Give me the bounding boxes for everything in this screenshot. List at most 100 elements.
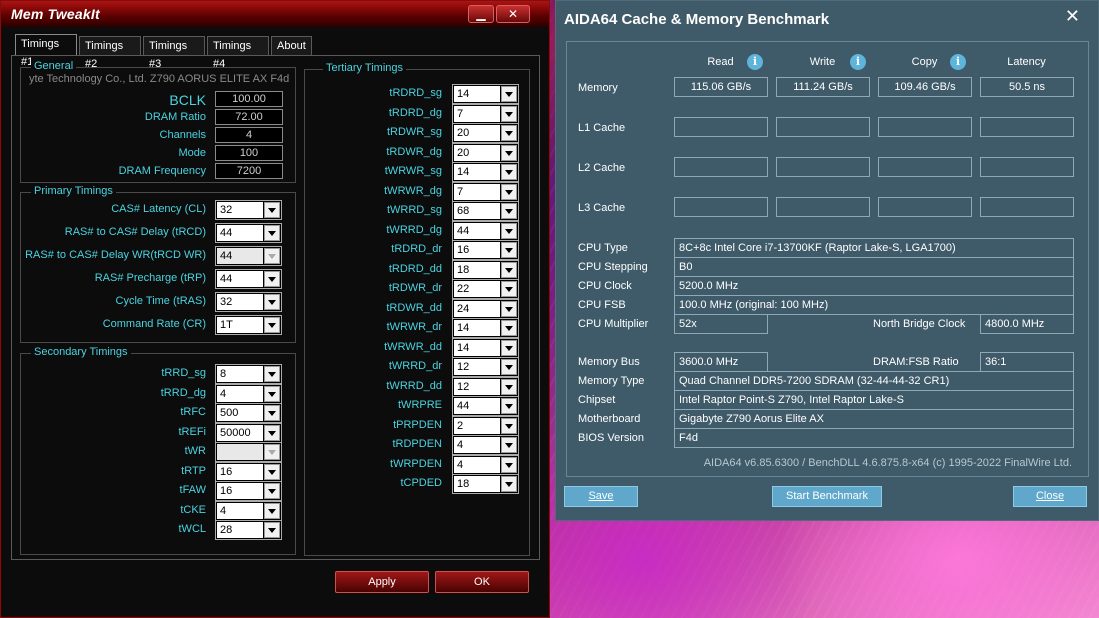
close-button[interactable]: Close — [1013, 486, 1087, 507]
chevron-down-icon[interactable] — [264, 424, 280, 441]
chevron-down-icon[interactable] — [264, 294, 280, 310]
chevron-down-icon[interactable] — [501, 86, 517, 102]
command-rate-cr-dropdown[interactable]: 1T — [215, 315, 282, 335]
tcke-dropdown[interactable]: 4 — [215, 500, 282, 521]
tab-timings-1[interactable]: Timings #1 — [15, 34, 77, 68]
cas-latency-cl-dropdown[interactable]: 32 — [215, 200, 282, 220]
chevron-down-icon[interactable] — [264, 366, 280, 382]
chevron-down-icon[interactable] — [264, 405, 280, 421]
chevron-down-icon[interactable] — [501, 476, 517, 492]
trdrd-dr-dropdown[interactable]: 16 — [452, 240, 519, 260]
chevron-down-icon[interactable] — [501, 261, 517, 278]
general-caption: General — [31, 60, 77, 72]
close-button[interactable]: ✕ — [496, 5, 530, 23]
ras-to-cas-delay-trcd-dropdown[interactable]: 44 — [215, 223, 282, 243]
l2-cache-read-value — [674, 157, 768, 177]
chevron-down-icon[interactable] — [501, 417, 517, 434]
memory-type-label: Memory Type — [578, 375, 645, 387]
copy-info-icon[interactable]: i — [950, 54, 966, 70]
tab-timings-4[interactable]: Timings #4 — [207, 36, 269, 70]
save-button[interactable]: Save — [564, 486, 638, 507]
tprpden-value: 2 — [454, 417, 500, 434]
twrrd-sg-dropdown[interactable]: 68 — [452, 201, 519, 221]
trdwr-dr-dropdown[interactable]: 22 — [452, 279, 519, 299]
chevron-down-icon[interactable] — [501, 222, 517, 239]
chevron-down-icon[interactable] — [501, 320, 517, 336]
chevron-down-icon[interactable] — [501, 183, 517, 200]
trdpden-label: tRDPDEN — [392, 438, 442, 450]
minimize-button[interactable]: ▁ — [468, 5, 494, 23]
chevron-down-icon[interactable] — [501, 105, 517, 122]
twrwr-sg-dropdown[interactable]: 14 — [452, 162, 519, 182]
l1-cache-label: L1 Cache — [578, 122, 626, 134]
twrwr-dg-label: tWRWR_dg — [384, 184, 442, 197]
twr-dropdown[interactable] — [215, 442, 282, 462]
trrd-dg-dropdown[interactable]: 4 — [215, 383, 282, 404]
trdrd-dd-dropdown[interactable]: 18 — [452, 259, 519, 280]
chevron-down-icon[interactable] — [264, 385, 280, 402]
chevron-down-icon[interactable] — [264, 225, 280, 241]
ras-to-cas-delay-wr-trcd-wr-label: RAS# to CAS# Delay WR(tRCD WR) — [25, 249, 206, 261]
ras-precharge-trp-dropdown[interactable]: 44 — [215, 269, 282, 289]
trrd-sg-dropdown[interactable]: 8 — [215, 364, 282, 384]
trdrd-sg-dropdown[interactable]: 14 — [452, 84, 519, 104]
chevron-down-icon[interactable] — [501, 281, 517, 297]
chevron-down-icon[interactable] — [264, 522, 280, 538]
ras-to-cas-delay-wr-trcd-wr-dropdown[interactable]: 44 — [215, 246, 282, 266]
tab-about[interactable]: About — [271, 36, 312, 55]
twrwr-dg-dropdown[interactable]: 7 — [452, 181, 519, 202]
chevron-down-icon[interactable] — [501, 300, 517, 317]
cycle-time-tras-dropdown[interactable]: 32 — [215, 292, 282, 312]
twrrd-dd-dropdown[interactable]: 12 — [452, 376, 519, 397]
chevron-down-icon[interactable] — [501, 203, 517, 219]
chevron-down-icon[interactable] — [264, 463, 280, 480]
chevron-down-icon[interactable] — [264, 444, 280, 460]
chevron-down-icon[interactable] — [501, 339, 517, 356]
trtp-dropdown[interactable]: 16 — [215, 461, 282, 482]
twrpden-dropdown[interactable]: 4 — [452, 454, 519, 475]
ok-button[interactable]: OK — [435, 571, 529, 593]
trdrd-dg-dropdown[interactable]: 7 — [452, 103, 519, 124]
trfc-dropdown[interactable]: 500 — [215, 403, 282, 423]
trdwr-dd-dropdown[interactable]: 24 — [452, 298, 519, 319]
memtweakit-titlebar[interactable]: Mem TweakIt ▁ ✕ — [1, 1, 549, 27]
twrrd-dr-dropdown[interactable]: 12 — [452, 357, 519, 377]
bclk-label: BCLK — [169, 92, 206, 108]
chevron-down-icon[interactable] — [264, 502, 280, 519]
twrrd-dg-dropdown[interactable]: 44 — [452, 220, 519, 241]
tprpden-dropdown[interactable]: 2 — [452, 415, 519, 436]
trdwr-dg-dropdown[interactable]: 20 — [452, 142, 519, 163]
trdwr-sg-dropdown[interactable]: 20 — [452, 123, 519, 143]
chevron-down-icon[interactable] — [501, 144, 517, 161]
tcpded-dropdown[interactable]: 18 — [452, 474, 519, 494]
chevron-down-icon[interactable] — [501, 398, 517, 414]
write-info-icon[interactable]: i — [850, 54, 866, 70]
twcl-dropdown[interactable]: 28 — [215, 520, 282, 540]
tfaw-dropdown[interactable]: 16 — [215, 481, 282, 501]
chevron-down-icon[interactable] — [264, 317, 280, 333]
chevron-down-icon[interactable] — [501, 437, 517, 453]
chevron-down-icon[interactable] — [264, 248, 280, 264]
chevron-down-icon[interactable] — [264, 483, 280, 499]
chevron-down-icon[interactable] — [501, 164, 517, 180]
read-info-icon[interactable]: i — [747, 54, 763, 70]
twrpre-dropdown[interactable]: 44 — [452, 396, 519, 416]
tab-timings-2[interactable]: Timings #2 — [79, 36, 141, 70]
chevron-down-icon[interactable] — [264, 271, 280, 287]
chevron-down-icon[interactable] — [501, 456, 517, 473]
trdpden-dropdown[interactable]: 4 — [452, 435, 519, 455]
chevron-down-icon[interactable] — [501, 359, 517, 375]
twrwr-dd-dropdown[interactable]: 14 — [452, 337, 519, 358]
apply-button[interactable]: Apply — [335, 571, 429, 593]
chevron-down-icon[interactable] — [264, 202, 280, 218]
aida64-close-icon[interactable]: ✕ — [1065, 6, 1080, 27]
start-benchmark-button[interactable]: Start Benchmark — [772, 486, 882, 507]
twrrd-dg-value: 44 — [454, 222, 500, 239]
chevron-down-icon[interactable] — [501, 125, 517, 141]
twrwr-dr-dropdown[interactable]: 14 — [452, 318, 519, 338]
chevron-down-icon[interactable] — [501, 242, 517, 258]
tab-timings-3[interactable]: Timings #3 — [143, 36, 205, 70]
trefi-dropdown[interactable]: 50000 — [215, 422, 282, 443]
chevron-down-icon[interactable] — [501, 378, 517, 395]
bios-version-label: BIOS Version — [578, 432, 645, 444]
